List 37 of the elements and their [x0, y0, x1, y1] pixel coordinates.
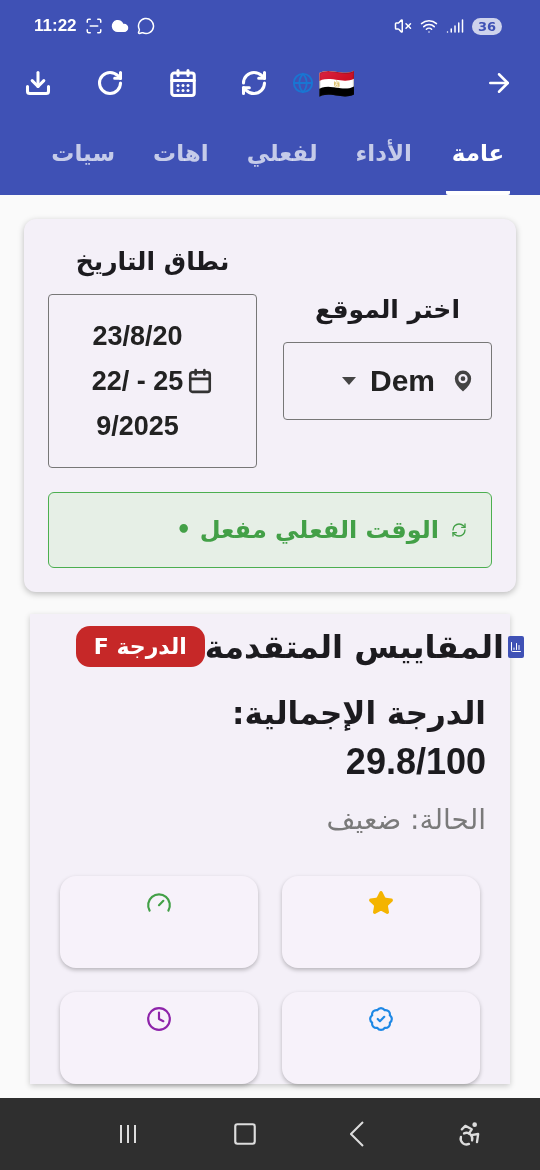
location-dropdown[interactable]: Dem: [283, 342, 492, 420]
tab[interactable]: اهات: [149, 114, 213, 195]
signal-icon: [445, 17, 464, 35]
status-text: الحالة: ضعيف: [325, 803, 486, 836]
wifi-icon: [419, 17, 438, 35]
realtime-button[interactable]: الوقت الفعلي مفعل •: [48, 492, 492, 568]
tab[interactable]: الأداء: [351, 114, 416, 195]
chart-icon: [508, 635, 524, 658]
calendar-icon: [168, 68, 198, 98]
download-icon: [24, 69, 52, 97]
flag-icon: 🇪🇬: [318, 65, 355, 101]
tab[interactable]: عامة: [446, 114, 510, 195]
back-icon: [350, 1121, 364, 1147]
calendar-icon: [187, 368, 214, 394]
globe-icon: [292, 72, 314, 94]
mute-icon: [393, 17, 412, 35]
tab[interactable]: سيات: [47, 114, 120, 195]
tab[interactable]: لفعلي: [242, 114, 322, 195]
cloud-icon: [110, 17, 129, 35]
sync-icon: [451, 522, 467, 538]
battery-level: 36: [471, 17, 502, 35]
screenshot-icon: [84, 17, 103, 35]
score-value: 29.8/100: [344, 741, 486, 783]
location-label: اختر الموقع: [315, 295, 460, 324]
back-button[interactable]: [350, 1121, 364, 1147]
date-range-label: نطاق التاريخ: [75, 247, 230, 276]
refresh-icon: [96, 69, 124, 97]
score-label: الدرجة الإجمالية:: [231, 695, 486, 731]
grade-badge: الدرجة F: [75, 626, 205, 667]
home-button[interactable]: [232, 1121, 258, 1147]
caret-icon: [341, 377, 356, 385]
card-title: المقاييس المتقدمة: [204, 627, 504, 666]
sync-icon: [240, 69, 268, 97]
home-icon: [232, 1121, 258, 1147]
date-range-field[interactable]: 23/8/20 22/ - 25 9/2025: [48, 294, 257, 468]
chat-icon: [136, 17, 155, 35]
clock-time: 11:22: [34, 16, 77, 36]
